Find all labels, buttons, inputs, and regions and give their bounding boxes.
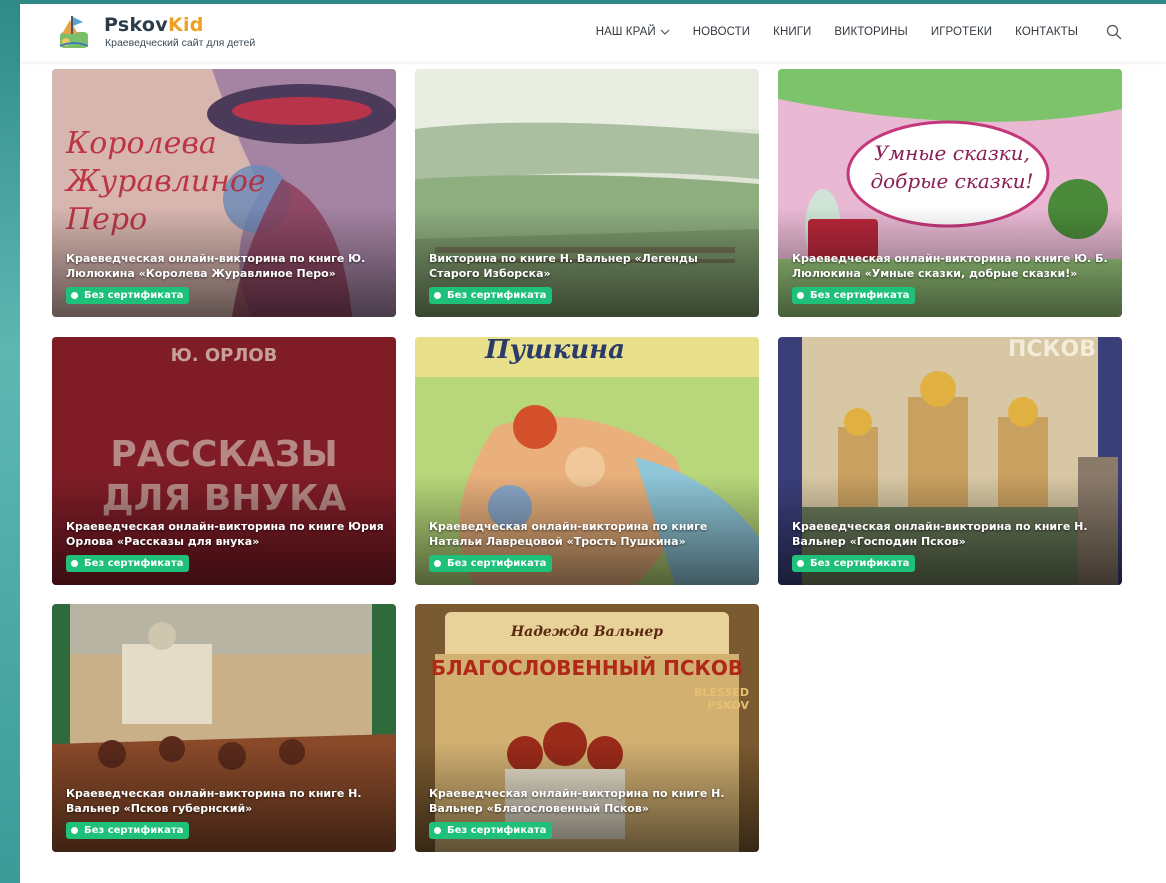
nav-item-nash-krai[interactable]: НАШ КРАЙ <box>596 26 670 38</box>
nav-item-contacts[interactable]: КОНТАКТЫ <box>1015 26 1078 38</box>
card-title: Краеведческая онлайн-викторина по книге … <box>792 520 1088 548</box>
nav-item-label: ИГРОТЕКИ <box>930 26 993 38</box>
quiz-card[interactable]: Умные сказки, добрые сказки! Краеведческ… <box>778 69 1122 317</box>
badge-label: Без сертификата <box>447 558 547 569</box>
status-badge: Без сертификата <box>792 555 916 572</box>
cover-text: ПСКОВ <box>1007 337 1096 362</box>
nav-item-quizzes[interactable]: ВИКТОРИНЫ <box>834 26 907 38</box>
status-badge: Без сертификата <box>429 555 553 572</box>
status-badge: Без сертификата <box>429 287 553 304</box>
status-badge: Без сертификата <box>429 822 553 839</box>
cover-text: БЛАГОСЛОВЕННЫЙ ПСКОВ <box>430 656 744 680</box>
dot-icon <box>434 827 441 834</box>
status-badge: Без сертификата <box>66 822 190 839</box>
nav-item-label: НАШ КРАЙ <box>595 26 656 38</box>
main-nav: НАШ КРАЙ НОВОСТИ КНИГИ ВИКТОРИНЫ ИГРОТЕК… <box>573 24 1122 40</box>
card-title: Краеведческая онлайн-викторина по книге … <box>429 520 708 548</box>
cover-text: Пушкина <box>485 337 625 365</box>
dot-icon <box>797 560 804 567</box>
card-title: Краеведческая онлайн-викторина по книге … <box>792 252 1108 280</box>
nav-item-news[interactable]: НОВОСТИ <box>693 26 750 38</box>
nav-item-label: КНИГИ <box>773 26 812 38</box>
card-title: Краеведческая онлайн-викторина по книге … <box>429 787 725 815</box>
status-badge: Без сертификата <box>66 287 190 304</box>
nav-item-label: ВИКТОРИНЫ <box>834 26 908 38</box>
badge-label: Без сертификата <box>810 290 910 301</box>
quiz-card[interactable]: ПСКОВ Краеведческая онлайн-викторина по … <box>778 337 1122 585</box>
site-tagline: Краеведческий сайт для детей <box>105 37 256 49</box>
card-title: Краеведческая онлайн-викторина по книге … <box>66 252 366 280</box>
nav-item-label: НОВОСТИ <box>692 26 751 38</box>
quiz-card[interactable]: Надежда Вальнер БЛАГОСЛОВЕННЫЙ ПСКОВ BLE… <box>415 604 759 852</box>
nav-item-games[interactable]: ИГРОТЕКИ <box>931 26 992 38</box>
dot-icon <box>434 560 441 567</box>
quiz-card[interactable]: Королева Журавлиное Перо Краеведческая о… <box>52 69 396 317</box>
card-title: Викторина по книге Н. Вальнер «Легенды С… <box>429 252 698 280</box>
cover-subtext: BLESSED PSKOV <box>694 686 749 712</box>
chevron-down-icon <box>660 29 670 35</box>
dot-icon <box>71 560 78 567</box>
cover-text: Умные сказки, добрые сказки! <box>870 141 1034 193</box>
nav-item-label: КОНТАКТЫ <box>1015 26 1078 38</box>
logo-icon[interactable] <box>56 12 92 52</box>
brand-name-part2: Kid <box>167 14 204 36</box>
status-badge: Без сертификата <box>792 287 916 304</box>
dot-icon <box>71 292 78 299</box>
search-icon[interactable] <box>1106 24 1122 40</box>
quiz-card[interactable]: Краеведческая онлайн-викторина по книге … <box>52 604 396 852</box>
dot-icon <box>434 292 441 299</box>
cover-author: Ю. ОРЛОВ <box>170 345 278 366</box>
quiz-card[interactable]: Ю. ОРЛОВ РАССКАЗЫ ДЛЯ ВНУКА Краеведческа… <box>52 337 396 585</box>
card-title: Краеведческая онлайн-викторина по книге … <box>66 520 384 548</box>
quiz-card[interactable]: Викторина по книге Н. Вальнер «Легенды С… <box>415 69 759 317</box>
site-logo-title[interactable]: PskovKid <box>104 14 204 36</box>
nav-item-books[interactable]: КНИГИ <box>773 26 811 38</box>
badge-label: Без сертификата <box>84 558 184 569</box>
badge-label: Без сертификата <box>84 290 184 301</box>
site-header: PskovKid Краеведческий сайт для детей НА… <box>20 4 1166 62</box>
status-badge: Без сертификата <box>66 555 190 572</box>
card-title: Краеведческая онлайн-викторина по книге … <box>66 787 362 815</box>
page: PskovKid Краеведческий сайт для детей НА… <box>20 4 1166 883</box>
quiz-card[interactable]: Пушкина Краеведческая онлайн-викторина п… <box>415 337 759 585</box>
badge-label: Без сертификата <box>810 558 910 569</box>
dot-icon <box>797 292 804 299</box>
badge-label: Без сертификата <box>447 825 547 836</box>
dot-icon <box>71 827 78 834</box>
cover-author: Надежда Вальнер <box>510 624 664 640</box>
badge-label: Без сертификата <box>84 825 184 836</box>
brand-name-part1: Pskov <box>104 14 168 36</box>
badge-label: Без сертификата <box>447 290 547 301</box>
